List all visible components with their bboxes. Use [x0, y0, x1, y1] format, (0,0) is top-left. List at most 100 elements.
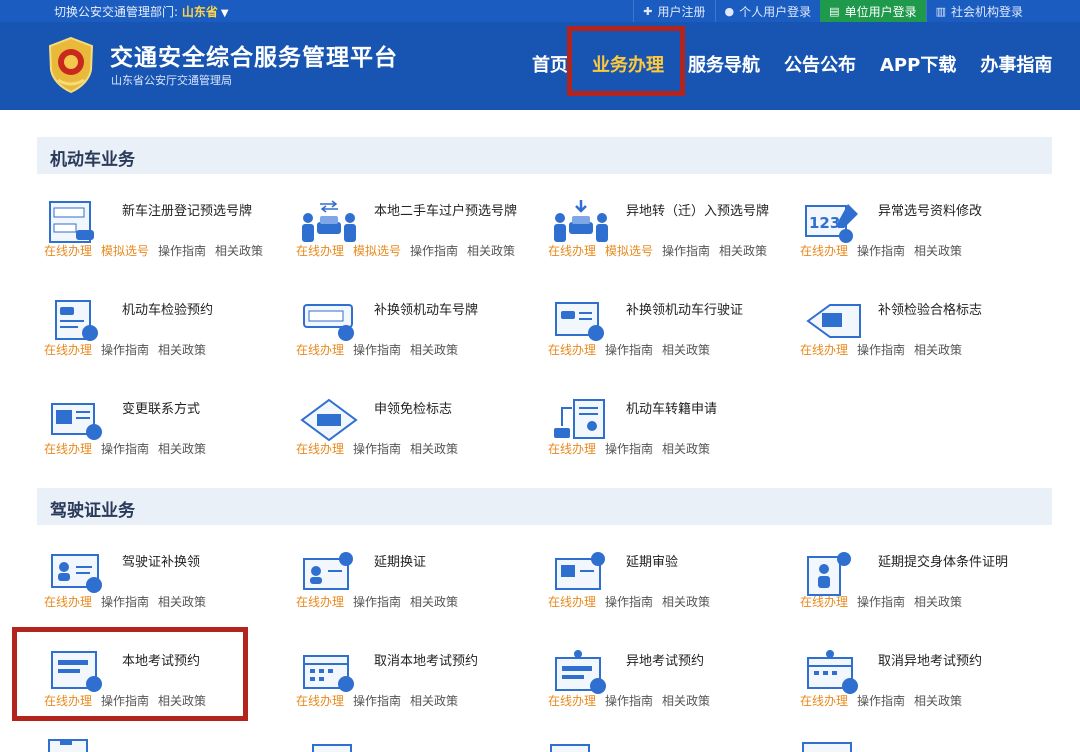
policy-link[interactable]: 相关政策 [410, 595, 458, 609]
item-title[interactable]: 异地转（迁）入预选号牌 [626, 202, 776, 221]
personal-login-link[interactable]: ● 个人用户登录 [714, 0, 821, 22]
mock-select-link[interactable]: 模拟选号 [353, 244, 401, 258]
item-title[interactable]: 延期提交身体条件证明 [878, 553, 1028, 572]
service-item[interactable]: 本地二手车过户预选号牌 在线办理 模拟选号 操作指南 相关政策 [296, 200, 546, 260]
service-item[interactable]: 新车注册登记预选号牌 在线办理 模拟选号 操作指南 相关政策 [44, 200, 294, 260]
online-link[interactable]: 在线办理 [800, 244, 848, 258]
service-item[interactable]: 取消本地考试预约 在线办理 操作指南 相关政策 [296, 650, 546, 710]
police-emblem-icon[interactable] [44, 36, 98, 94]
item-title[interactable]: 机动车转籍申请 [626, 400, 776, 419]
online-link[interactable]: 在线办理 [44, 595, 92, 609]
online-link[interactable]: 在线办理 [44, 442, 92, 456]
item-title[interactable]: 机动车检验预约 [122, 301, 272, 320]
policy-link[interactable]: 相关政策 [158, 442, 206, 456]
service-item[interactable]: 延期审验 在线办理 操作指南 相关政策 [548, 551, 798, 611]
guide-link[interactable]: 操作指南 [857, 343, 905, 357]
online-link[interactable]: 在线办理 [548, 442, 596, 456]
online-link[interactable]: 在线办理 [800, 694, 848, 708]
online-link[interactable]: 在线办理 [548, 244, 596, 258]
mock-select-link[interactable]: 模拟选号 [605, 244, 653, 258]
online-link[interactable]: 在线办理 [44, 244, 92, 258]
guide-link[interactable]: 操作指南 [158, 244, 206, 258]
service-item[interactable]: 变更联系方式 在线办理 操作指南 相关政策 [44, 398, 294, 458]
policy-link[interactable]: 相关政策 [410, 694, 458, 708]
service-item[interactable]: 123 异常选号资料修改 在线办理 操作指南 相关政策 [800, 200, 1050, 260]
guide-link[interactable]: 操作指南 [101, 343, 149, 357]
nav-app-download[interactable]: APP下载 [868, 44, 968, 88]
guide-link[interactable]: 操作指南 [353, 595, 401, 609]
region-switcher[interactable]: 切换公安交通管理部门: 山东省 ▼ [54, 3, 229, 20]
online-link[interactable]: 在线办理 [296, 442, 344, 456]
online-link[interactable]: 在线办理 [44, 343, 92, 357]
service-item[interactable]: 申领免检标志 在线办理 操作指南 相关政策 [296, 398, 546, 458]
online-link[interactable]: 在线办理 [296, 343, 344, 357]
guide-link[interactable]: 操作指南 [353, 694, 401, 708]
policy-link[interactable]: 相关政策 [467, 244, 515, 258]
item-title[interactable]: 驾驶证补换领 [122, 553, 272, 572]
online-link[interactable]: 在线办理 [296, 694, 344, 708]
guide-link[interactable]: 操作指南 [101, 595, 149, 609]
service-item[interactable]: 取消异地考试预约 在线办理 操作指南 相关政策 [800, 650, 1050, 710]
guide-link[interactable]: 操作指南 [857, 595, 905, 609]
item-title[interactable]: 新车注册登记预选号牌 [122, 202, 272, 221]
item-title[interactable]: 异地考试预约 [626, 652, 776, 671]
item-title[interactable]: 异常选号资料修改 [878, 202, 1028, 221]
org-login-link[interactable]: ▥ 社会机构登录 [925, 0, 1032, 22]
service-item[interactable]: 补换领机动车行驶证 在线办理 操作指南 相关政策 [548, 299, 798, 359]
policy-link[interactable]: 相关政策 [158, 343, 206, 357]
nav-service-guide[interactable]: 服务导航 [676, 44, 772, 88]
online-link[interactable]: 在线办理 [548, 694, 596, 708]
policy-link[interactable]: 相关政策 [158, 595, 206, 609]
service-item[interactable]: 机动车转籍申请 在线办理 操作指南 相关政策 [548, 398, 798, 458]
service-item[interactable]: 机动车检验预约 在线办理 操作指南 相关政策 [44, 299, 294, 359]
policy-link[interactable]: 相关政策 [914, 244, 962, 258]
online-link[interactable]: 在线办理 [296, 244, 344, 258]
online-link[interactable]: 在线办理 [548, 595, 596, 609]
item-title[interactable]: 补换领机动车号牌 [374, 301, 524, 320]
register-link[interactable]: ✚ 用户注册 [633, 0, 714, 22]
online-link[interactable]: 在线办理 [296, 595, 344, 609]
policy-link[interactable]: 相关政策 [914, 595, 962, 609]
service-item[interactable]: 异地考试预约 在线办理 操作指南 相关政策 [548, 650, 798, 710]
item-title[interactable]: 延期审验 [626, 553, 776, 572]
guide-link[interactable]: 操作指南 [605, 343, 653, 357]
mock-select-link[interactable]: 模拟选号 [101, 244, 149, 258]
service-item[interactable]: 异地转（迁）入预选号牌 在线办理 模拟选号 操作指南 相关政策 [548, 200, 798, 260]
item-title[interactable]: 延期换证 [374, 553, 524, 572]
online-link[interactable]: 在线办理 [800, 595, 848, 609]
policy-link[interactable]: 相关政策 [662, 442, 710, 456]
guide-link[interactable]: 操作指南 [353, 343, 401, 357]
policy-link[interactable]: 相关政策 [215, 244, 263, 258]
service-item[interactable]: 补领检验合格标志 在线办理 操作指南 相关政策 [800, 299, 1050, 359]
policy-link[interactable]: 相关政策 [662, 595, 710, 609]
item-title[interactable]: 取消异地考试预约 [878, 652, 1028, 671]
guide-link[interactable]: 操作指南 [605, 694, 653, 708]
item-title[interactable]: 本地二手车过户预选号牌 [374, 202, 524, 221]
policy-link[interactable]: 相关政策 [662, 343, 710, 357]
policy-link[interactable]: 相关政策 [719, 244, 767, 258]
item-title[interactable]: 变更联系方式 [122, 400, 272, 419]
guide-link[interactable]: 操作指南 [662, 244, 710, 258]
policy-link[interactable]: 相关政策 [914, 694, 962, 708]
guide-link[interactable]: 操作指南 [353, 442, 401, 456]
guide-link[interactable]: 操作指南 [857, 244, 905, 258]
guide-link[interactable]: 操作指南 [605, 442, 653, 456]
service-item[interactable]: 延期换证 在线办理 操作指南 相关政策 [296, 551, 546, 611]
policy-link[interactable]: 相关政策 [410, 343, 458, 357]
service-item[interactable]: 补换领机动车号牌 在线办理 操作指南 相关政策 [296, 299, 546, 359]
guide-link[interactable]: 操作指南 [410, 244, 458, 258]
online-link[interactable]: 在线办理 [548, 343, 596, 357]
item-title[interactable]: 申领免检标志 [374, 400, 524, 419]
item-title[interactable]: 补领检验合格标志 [878, 301, 1028, 320]
policy-link[interactable]: 相关政策 [410, 442, 458, 456]
guide-link[interactable]: 操作指南 [857, 694, 905, 708]
service-item[interactable]: 驾驶证补换领 在线办理 操作指南 相关政策 [44, 551, 294, 611]
nav-announcements[interactable]: 公告公布 [772, 44, 868, 88]
item-title[interactable]: 补换领机动车行驶证 [626, 301, 776, 320]
policy-link[interactable]: 相关政策 [662, 694, 710, 708]
nav-guide[interactable]: 办事指南 [968, 44, 1064, 88]
unit-login-link[interactable]: ▤ 单位用户登录 [820, 0, 926, 22]
online-link[interactable]: 在线办理 [800, 343, 848, 357]
item-title[interactable]: 取消本地考试预约 [374, 652, 524, 671]
service-item[interactable]: 延期提交身体条件证明 在线办理 操作指南 相关政策 [800, 551, 1050, 611]
